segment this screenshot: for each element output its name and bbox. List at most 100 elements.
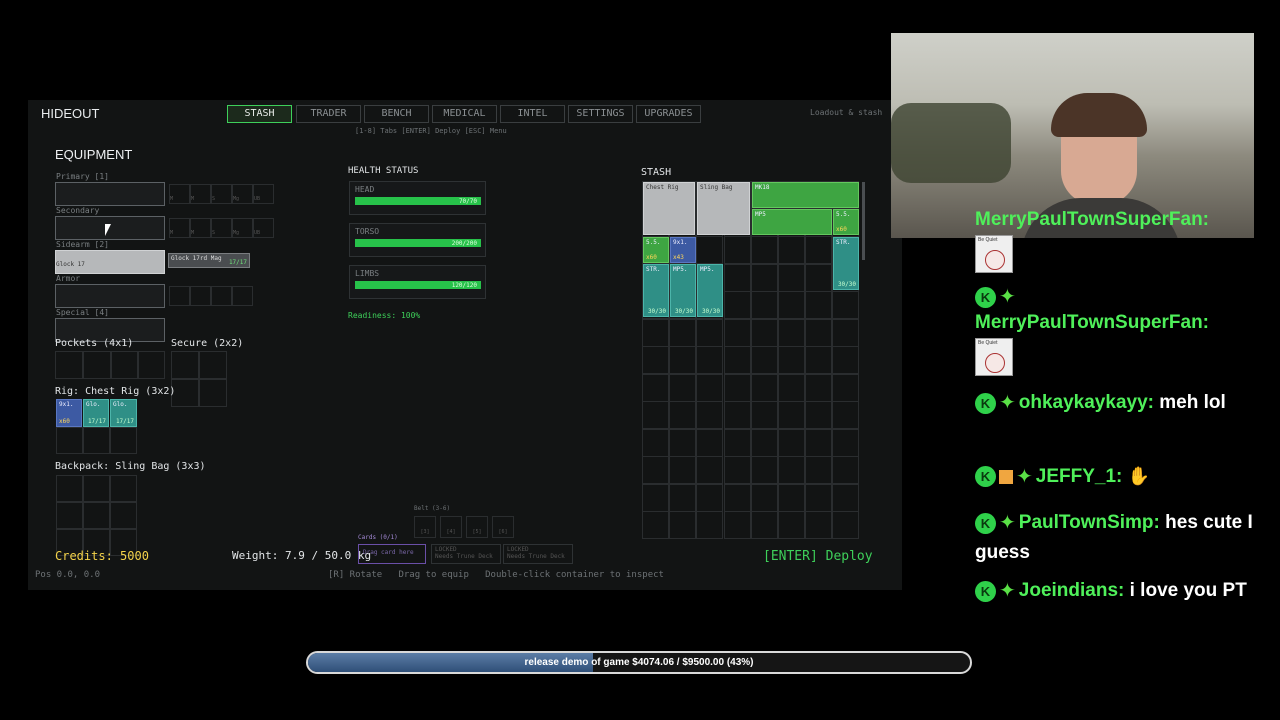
secure-cell[interactable] xyxy=(171,351,199,379)
armor-slot[interactable] xyxy=(55,284,165,308)
stash-cell[interactable] xyxy=(669,373,697,402)
belt-slot[interactable]: [6] xyxy=(492,516,514,538)
stash-cell[interactable] xyxy=(723,456,751,484)
stash-item-sling-bag[interactable]: Sling Bag xyxy=(697,182,750,235)
stash-cell[interactable] xyxy=(832,456,860,484)
tab-bench[interactable]: BENCH xyxy=(364,105,429,123)
stash-cell[interactable] xyxy=(723,236,751,264)
belt-slot[interactable]: [3] xyxy=(414,516,436,538)
attach-slot[interactable]: UB xyxy=(253,218,274,238)
stash-cell[interactable] xyxy=(669,456,697,484)
stash-cell[interactable] xyxy=(778,483,805,512)
stash-cell[interactable] xyxy=(805,318,833,347)
attach-slot[interactable]: M xyxy=(169,184,190,204)
belt-slot[interactable]: [4] xyxy=(440,516,462,538)
stash-cell[interactable] xyxy=(669,318,697,347)
stash-cell[interactable] xyxy=(750,346,778,374)
stash-cell[interactable] xyxy=(778,318,805,347)
stash-cell[interactable] xyxy=(696,236,724,264)
stash-cell[interactable] xyxy=(696,428,724,457)
tab-trader[interactable]: TRADER xyxy=(296,105,361,123)
stash-cell[interactable] xyxy=(778,401,805,429)
stash-cell[interactable] xyxy=(723,346,751,374)
stash-item-str-mag[interactable]: STR. 30/30 xyxy=(643,264,669,317)
stash-cell[interactable] xyxy=(778,511,805,539)
sidearm-slot[interactable]: Glock 17 xyxy=(55,250,165,274)
stash-cell[interactable] xyxy=(642,373,669,402)
stash-cell[interactable] xyxy=(750,456,778,484)
rig-item-mag[interactable]: Glo. 17/17 xyxy=(110,399,137,427)
tab-upgrades[interactable]: UPGRADES xyxy=(636,105,701,123)
stash-item-mp5-mag[interactable]: MP5. 30/30 xyxy=(697,264,723,317)
stash-cell[interactable] xyxy=(750,291,778,319)
secure-cell[interactable] xyxy=(199,379,227,407)
stash-item-mk18[interactable]: MK18 xyxy=(752,182,859,208)
stash-cell[interactable] xyxy=(723,318,751,347)
attach-slot[interactable]: M xyxy=(190,218,211,238)
stash-cell[interactable] xyxy=(778,236,805,264)
stash-cell[interactable] xyxy=(723,428,751,457)
attach-slot[interactable]: S xyxy=(211,218,232,238)
stash-cell[interactable] xyxy=(750,318,778,347)
attach-slot[interactable]: Mg xyxy=(232,218,253,238)
stash-cell[interactable] xyxy=(723,511,751,539)
backpack-cell[interactable] xyxy=(83,475,110,502)
stash-cell[interactable] xyxy=(778,373,805,402)
stash-cell[interactable] xyxy=(778,291,805,319)
stash-cell[interactable] xyxy=(750,401,778,429)
stash-cell[interactable] xyxy=(750,236,778,264)
stash-cell[interactable] xyxy=(669,346,697,374)
sidearm-mag[interactable]: Glock 17rd Mag 17/17 xyxy=(168,253,250,268)
stash-cell[interactable] xyxy=(778,456,805,484)
attach-slot[interactable]: UB xyxy=(253,184,274,204)
stash-cell[interactable] xyxy=(696,373,724,402)
attach-slot[interactable] xyxy=(190,286,211,306)
stash-cell[interactable] xyxy=(723,483,751,512)
attach-slot[interactable] xyxy=(169,286,190,306)
stash-cell[interactable] xyxy=(805,263,833,292)
tab-intel[interactable]: INTEL xyxy=(500,105,565,123)
stash-cell[interactable] xyxy=(805,291,833,319)
stash-cell[interactable] xyxy=(696,456,724,484)
tab-settings[interactable]: SETTINGS xyxy=(568,105,633,123)
stash-cell[interactable] xyxy=(723,263,751,292)
stash-cell[interactable] xyxy=(750,263,778,292)
stash-cell[interactable] xyxy=(669,511,697,539)
stash-cell[interactable] xyxy=(805,236,833,264)
stash-cell[interactable] xyxy=(832,511,860,539)
stash-cell[interactable] xyxy=(832,318,860,347)
stash-cell[interactable] xyxy=(805,456,833,484)
attach-slot[interactable]: M xyxy=(190,184,211,204)
stash-cell[interactable] xyxy=(778,263,805,292)
attach-slot[interactable]: M xyxy=(169,218,190,238)
stash-cell[interactable] xyxy=(642,483,669,512)
stash-cell[interactable] xyxy=(696,483,724,512)
stash-cell[interactable] xyxy=(696,346,724,374)
attach-slot[interactable] xyxy=(232,286,253,306)
stash-cell[interactable] xyxy=(669,483,697,512)
backpack-cell[interactable] xyxy=(110,502,137,529)
stash-cell[interactable] xyxy=(669,428,697,457)
rig-cell[interactable] xyxy=(56,427,83,454)
stash-cell[interactable] xyxy=(723,291,751,319)
stash-item-ammo[interactable]: 5.5. x60 xyxy=(833,209,859,235)
pocket-cell[interactable] xyxy=(83,351,111,379)
stash-cell[interactable] xyxy=(832,291,860,319)
pocket-cell[interactable] xyxy=(138,351,165,379)
stash-cell[interactable] xyxy=(642,346,669,374)
stash-item-mp5[interactable]: MP5 xyxy=(752,209,832,235)
stash-cell[interactable] xyxy=(805,401,833,429)
backpack-cell[interactable] xyxy=(83,502,110,529)
stash-cell[interactable] xyxy=(750,483,778,512)
stash-cell[interactable] xyxy=(642,511,669,539)
stash-item-mp5-mag[interactable]: MP5. 30/30 xyxy=(670,264,696,317)
stash-cell[interactable] xyxy=(832,483,860,512)
stash-cell[interactable] xyxy=(832,401,860,429)
stash-item-9mm[interactable]: 9x1. x43 xyxy=(670,237,696,263)
stash-cell[interactable] xyxy=(723,373,751,402)
stash-cell[interactable] xyxy=(642,428,669,457)
stash-cell[interactable] xyxy=(832,346,860,374)
backpack-cell[interactable] xyxy=(56,502,83,529)
attach-slot[interactable]: Mg xyxy=(232,184,253,204)
secure-cell[interactable] xyxy=(199,351,227,379)
